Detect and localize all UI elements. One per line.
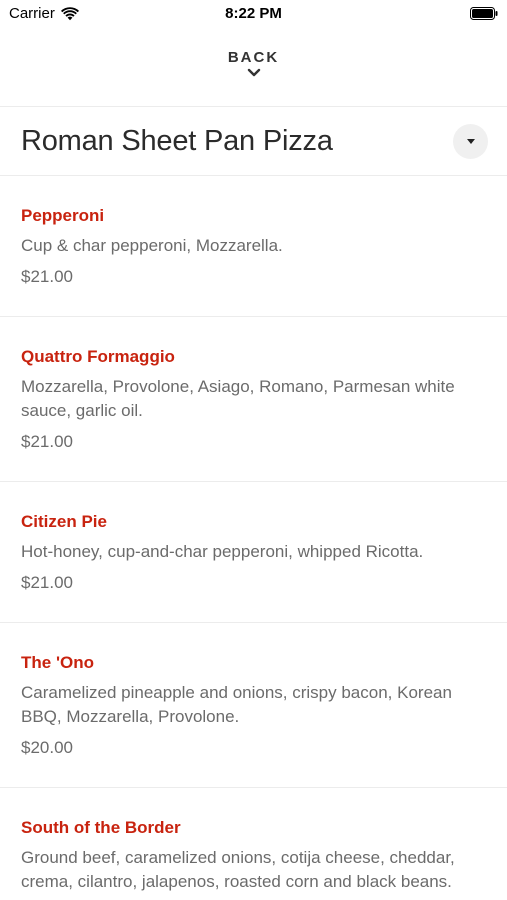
status-bar: Carrier 8:22 PM: [0, 0, 507, 28]
item-name: Pepperoni: [21, 206, 105, 225]
item-description: Cup & char pepperoni, Mozzarella.: [21, 236, 283, 255]
item-price: $21.00: [21, 432, 73, 451]
item-description: Hot-honey, cup-and-char pepperoni, whipp…: [21, 542, 424, 561]
category-dropdown-button[interactable]: [453, 124, 488, 159]
item-price: $20.00: [21, 738, 73, 757]
back-button[interactable]: BACK: [0, 40, 507, 106]
item-name: South of the Border: [21, 818, 181, 837]
item-name: Citizen Pie: [21, 512, 107, 531]
item-price: $21.00: [21, 573, 73, 592]
screen: Carrier 8:22 PM BACK Roman Sheet Pan Piz…: [0, 0, 507, 900]
item-name: The 'Ono: [21, 653, 94, 672]
item-description: Ground beef, caramelized onions, cotija …: [21, 848, 455, 891]
menu-list: Pepperoni Cup & char pepperoni, Mozzarel…: [0, 176, 507, 900]
item-description: Caramelized pineapple and onions, crispy…: [21, 683, 452, 726]
menu-item[interactable]: Citizen Pie Hot-honey, cup-and-char pepp…: [0, 482, 507, 623]
item-description: Mozzarella, Provolone, Asiago, Romano, P…: [21, 377, 455, 420]
menu-item[interactable]: Pepperoni Cup & char pepperoni, Mozzarel…: [0, 176, 507, 317]
menu-item[interactable]: The 'Ono Caramelized pineapple and onion…: [0, 623, 507, 788]
menu-item[interactable]: South of the Border Ground beef, caramel…: [0, 788, 507, 900]
back-label: BACK: [227, 49, 280, 66]
category-title: Roman Sheet Pan Pizza: [21, 125, 333, 157]
category-header: Roman Sheet Pan Pizza: [0, 107, 507, 175]
menu-item[interactable]: Quattro Formaggio Mozzarella, Provolone,…: [0, 317, 507, 482]
caret-down-icon: [466, 139, 475, 144]
item-price: $21.00: [21, 267, 73, 286]
item-name: Quattro Formaggio: [21, 347, 175, 366]
status-time: 8:22 PM: [225, 5, 282, 22]
battery-icon: [470, 7, 498, 20]
chevron-down-icon: [247, 68, 260, 77]
